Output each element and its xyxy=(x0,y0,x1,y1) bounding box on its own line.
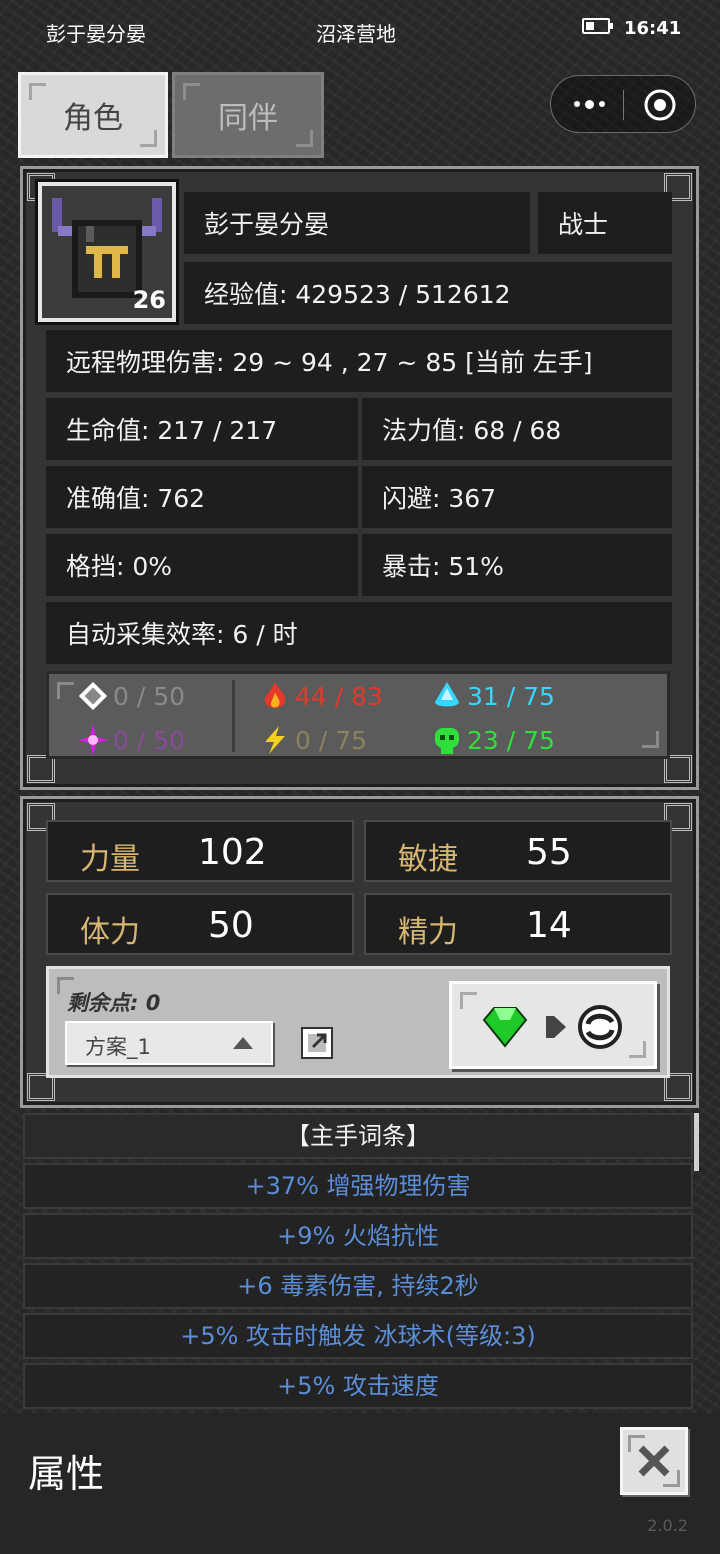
resist-lightning: 0 / 75 xyxy=(259,724,367,756)
accuracy-stat: 准确值: 762 xyxy=(46,466,358,528)
experience: 经验值: 429523 / 512612 xyxy=(184,262,672,324)
tab-character-label: 角色 xyxy=(63,101,123,136)
affix-list: 【主手词条】 +37% 增强物理伤害 +9% 火焰抗性 +6 毒素伤害, 持续2… xyxy=(20,1113,700,1413)
clock: 16:41 xyxy=(624,18,682,39)
lightning-icon xyxy=(265,726,285,754)
affix-item: +9% 火焰抗性 xyxy=(23,1213,693,1259)
attr-energy[interactable]: 精力 14 xyxy=(364,893,672,955)
plan-select[interactable]: 方案_1 xyxy=(65,1021,273,1065)
poison-skull-icon xyxy=(435,728,459,754)
affix-scrollbar[interactable] xyxy=(694,1113,699,1171)
close-target-icon[interactable] xyxy=(643,88,677,122)
block-stat: 格挡: 0% xyxy=(46,534,358,596)
app-title: 彭于晏分晏 xyxy=(46,22,146,46)
attr-agility[interactable]: 敏捷 55 xyxy=(364,820,672,882)
status-bar: 彭于晏分晏 沼泽营地 16:41 xyxy=(0,0,720,60)
close-icon xyxy=(638,1445,670,1477)
resist-physical-value: 0 / 50 xyxy=(113,681,186,711)
resist-fire-value: 44 / 83 xyxy=(295,681,383,711)
reset-attributes-button[interactable] xyxy=(449,981,657,1069)
crit-stat: 暴击: 51% xyxy=(362,534,672,596)
character-name: 彭于晏分晏 xyxy=(184,192,530,254)
resist-ice: 31 / 75 xyxy=(431,680,555,712)
tab-character[interactable]: 角色 xyxy=(18,72,168,158)
plan-select-value: 方案_1 xyxy=(85,1035,151,1059)
dropdown-arrow-icon xyxy=(233,1037,253,1049)
resist-poison: 23 / 75 xyxy=(431,724,555,756)
gem-to-reset-icon xyxy=(482,1005,622,1049)
fire-icon xyxy=(264,682,286,708)
points-box: 剩余点: 0 方案_1 xyxy=(46,966,670,1078)
attr-strength-label: 力量 xyxy=(80,842,140,877)
attr-stamina-value: 50 xyxy=(208,905,254,946)
dodge-stat: 闪避: 367 xyxy=(362,466,672,528)
resist-arcane: 0 / 50 xyxy=(77,724,185,756)
location-title: 沼泽营地 xyxy=(316,22,396,46)
attr-agility-label: 敏捷 xyxy=(398,842,458,877)
gather-stat: 自动采集效率: 6 / 时 xyxy=(46,602,672,664)
export-icon[interactable] xyxy=(299,1025,335,1061)
mini-program-capsule xyxy=(550,75,696,133)
close-button[interactable] xyxy=(620,1427,688,1495)
affix-item: +37% 增强物理伤害 xyxy=(23,1163,693,1209)
tab-companion-label: 同伴 xyxy=(218,101,278,136)
character-class: 战士 xyxy=(538,192,672,254)
ice-drop-icon xyxy=(435,682,459,707)
tab-companion[interactable]: 同伴 xyxy=(172,72,324,158)
affix-item: +5% 攻击时触发 冰球术(等级:3) xyxy=(23,1313,693,1359)
page-title: 属性 xyxy=(28,1452,105,1496)
resist-fire: 44 / 83 xyxy=(259,680,383,712)
version-label: 2.0.2 xyxy=(647,1516,688,1535)
attr-agility-value: 55 xyxy=(526,832,572,873)
damage-stat: 远程物理伤害: 29 ~ 94 , 27 ~ 85 [当前 左手] xyxy=(46,330,672,392)
bottom-bar: 属性 xyxy=(0,1413,720,1554)
arcane-star-icon xyxy=(77,724,109,756)
affix-item: +5% 攻击速度 xyxy=(23,1363,693,1409)
attr-energy-label: 精力 xyxy=(398,915,458,950)
resist-physical: 0 / 50 xyxy=(77,680,185,712)
resistance-strip: 0 / 50 44 / 83 31 / 75 0 / 50 0 / 75 23 … xyxy=(46,671,670,759)
level-badge: 26 xyxy=(132,286,166,314)
affix-item: +6 毒素伤害, 持续2秒 xyxy=(23,1263,693,1309)
attr-strength[interactable]: 力量 102 xyxy=(46,820,354,882)
hp-stat: 生命值: 217 / 217 xyxy=(46,398,358,460)
more-icon[interactable] xyxy=(569,90,609,118)
resist-poison-value: 23 / 75 xyxy=(467,725,555,755)
attr-stamina[interactable]: 体力 50 xyxy=(46,893,354,955)
attr-strength-value: 102 xyxy=(198,832,267,873)
resist-ice-value: 31 / 75 xyxy=(467,681,555,711)
character-portrait[interactable]: 26 xyxy=(35,179,179,325)
battery-icon xyxy=(582,18,613,34)
mp-stat: 法力值: 68 / 68 xyxy=(362,398,672,460)
resist-lightning-value: 0 / 75 xyxy=(295,725,368,755)
attr-stamina-label: 体力 xyxy=(80,915,140,950)
attr-energy-value: 14 xyxy=(526,905,572,946)
resist-arcane-value: 0 / 50 xyxy=(113,725,186,755)
remaining-points: 剩余点: 0 xyxy=(67,991,161,1015)
affix-header: 【主手词条】 xyxy=(23,1113,693,1159)
physical-resist-icon xyxy=(78,681,108,711)
